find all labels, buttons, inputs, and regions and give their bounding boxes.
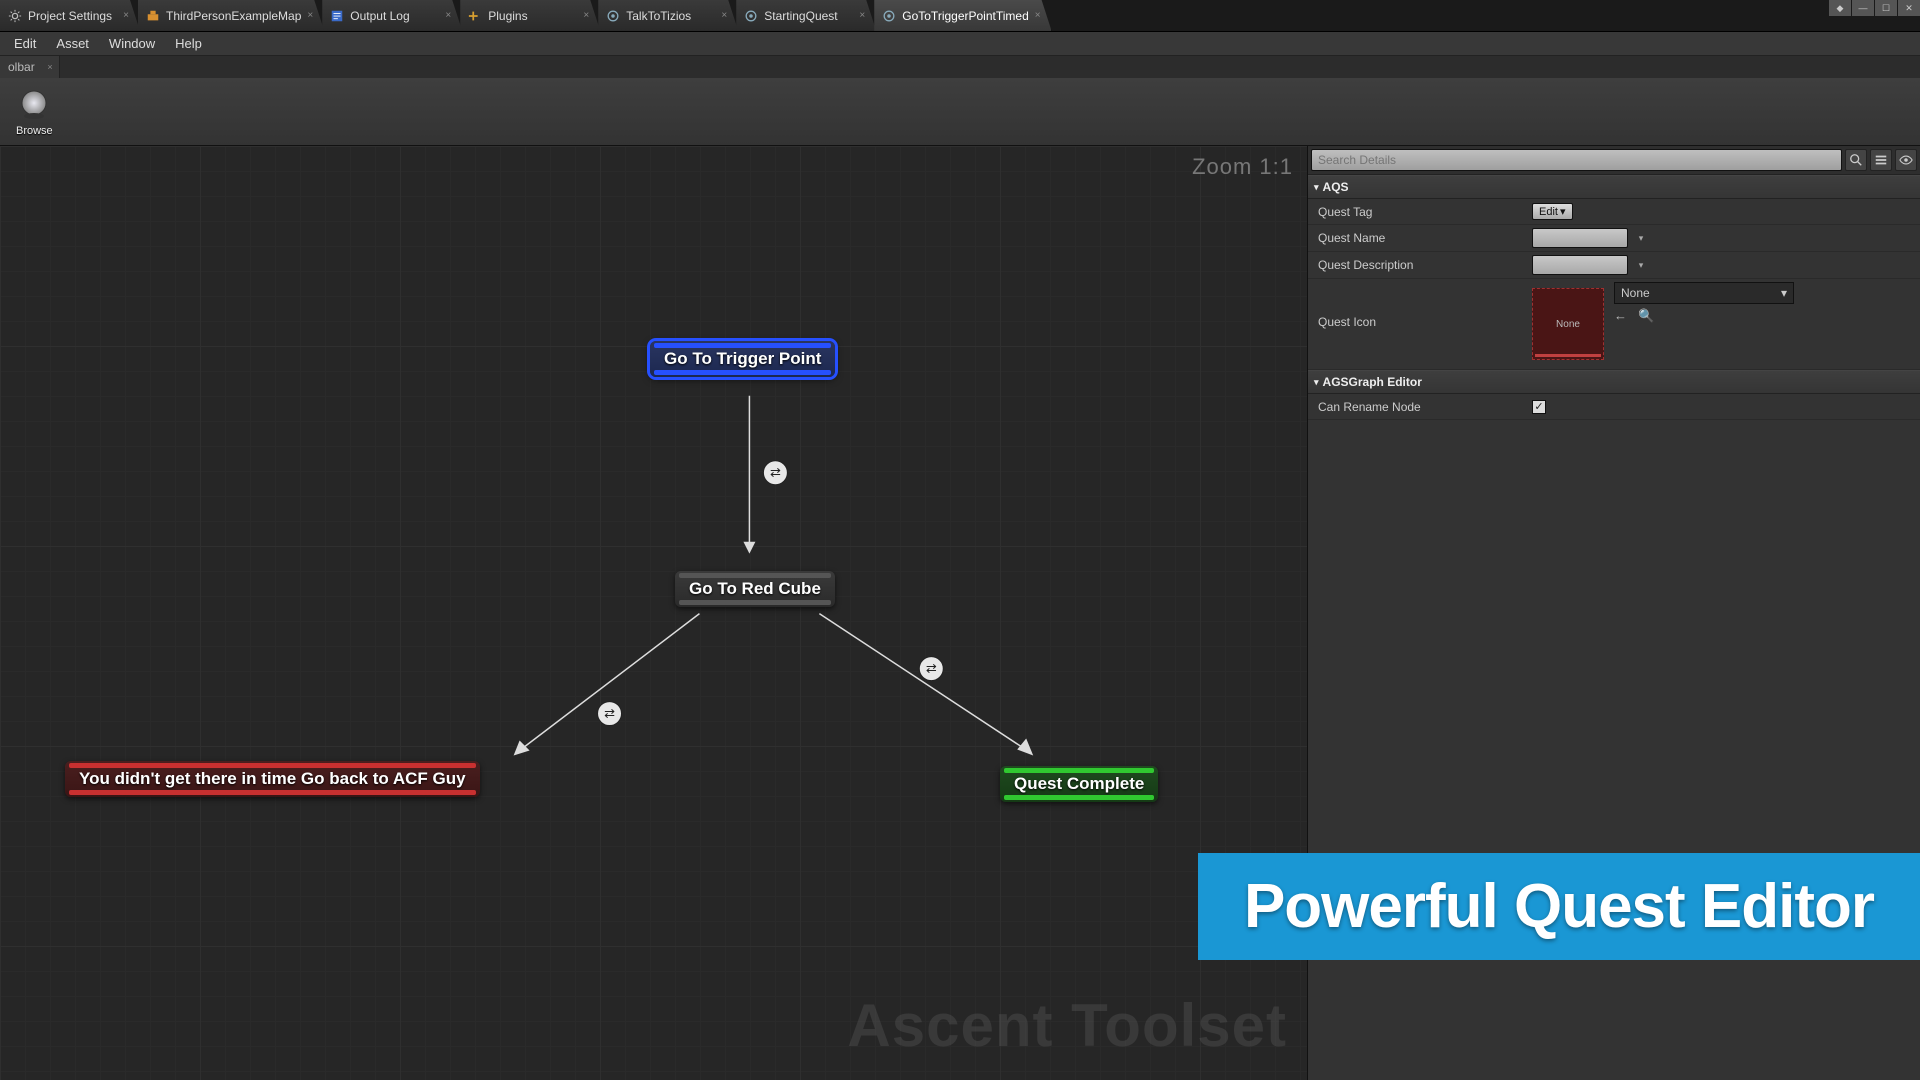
toolbar-tab[interactable]: olbar × (0, 56, 60, 78)
svg-text:⇄: ⇄ (770, 465, 781, 480)
asset-icon (606, 9, 620, 23)
tab-plugins[interactable]: Plugins × (460, 0, 600, 31)
prop-quest-description: Quest Description ▾ (1308, 252, 1920, 279)
browse-button[interactable]: Browse (8, 83, 61, 141)
tab-starting-quest[interactable]: StartingQuest × (736, 0, 876, 31)
close-window-button[interactable]: ✕ (1898, 0, 1920, 16)
svg-text:⇄: ⇄ (604, 706, 615, 721)
chevron-down-icon[interactable]: ▾ (1634, 231, 1648, 245)
tab-output-log[interactable]: Output Log × (322, 0, 462, 31)
editor-tab-bar: Project Settings × ThirdPersonExampleMap ×… (0, 0, 1920, 32)
toolbar: Browse (0, 78, 1920, 146)
svg-text:⇄: ⇄ (926, 661, 937, 676)
tab-goto-trigger-point-timed[interactable]: GoToTriggerPointTimed × (874, 0, 1051, 31)
watermark: Ascent Toolset (847, 991, 1287, 1060)
collapse-icon: ▾ (1314, 182, 1319, 193)
tab-label: StartingQuest (764, 9, 837, 23)
quest-tag-edit-button[interactable]: Edit▾ (1532, 203, 1573, 220)
prop-quest-name: Quest Name ▾ (1308, 225, 1920, 252)
node-success[interactable]: Quest Complete (1000, 766, 1158, 802)
tab-label: Plugins (488, 9, 527, 23)
tab-talk-to-tizios[interactable]: TalkToTizios × (598, 0, 738, 31)
close-icon[interactable]: × (583, 10, 589, 21)
prop-label: Quest Icon (1308, 279, 1526, 333)
graph-canvas[interactable]: Zoom 1:1 ⇄ ⇄ ⇄ Go To Trigger Point Go To… (0, 146, 1308, 1080)
section-aqs-header[interactable]: ▾ AQS (1308, 175, 1920, 199)
chevron-down-icon: ▾ (1560, 205, 1566, 218)
node-mid[interactable]: Go To Red Cube (675, 571, 835, 607)
toolbar-tab-label: olbar (8, 60, 35, 74)
prop-label: Can Rename Node (1308, 396, 1526, 418)
menu-window[interactable]: Window (99, 34, 165, 53)
prop-label: Quest Description (1308, 254, 1526, 276)
menu-edit[interactable]: Edit (4, 34, 46, 53)
tab-label: Output Log (350, 9, 409, 23)
close-icon[interactable]: × (859, 10, 865, 21)
collapse-icon: ▾ (1314, 377, 1319, 388)
node-label: Quest Complete (1014, 774, 1144, 793)
node-label: You didn't get there in time Go back to … (79, 769, 466, 788)
menu-bar: Edit Asset Window Help (0, 32, 1920, 56)
tab-label: Project Settings (28, 9, 112, 23)
prop-label: Quest Name (1308, 227, 1526, 249)
eye-icon[interactable] (1895, 149, 1917, 171)
close-icon[interactable]: × (1035, 10, 1041, 21)
prop-quest-icon: Quest Icon None None▾ ← 🔍 (1308, 279, 1920, 370)
menu-asset[interactable]: Asset (46, 34, 99, 53)
section-title: AQS (1323, 180, 1349, 194)
browse-label: Browse (16, 125, 53, 137)
asset-icon (882, 9, 896, 23)
quest-icon-thumbnail[interactable]: None (1532, 288, 1604, 360)
tab-label: TalkToTizios (626, 9, 691, 23)
section-title: AGSGraph Editor (1323, 375, 1422, 389)
tab-example-map[interactable]: ThirdPersonExampleMap × (138, 0, 324, 31)
quest-name-field[interactable] (1532, 228, 1628, 248)
node-label: Go To Trigger Point (664, 349, 821, 368)
browse-icon (16, 87, 52, 123)
use-selected-icon[interactable]: ← (1614, 308, 1630, 324)
prop-quest-tag: Quest Tag Edit▾ (1308, 199, 1920, 225)
tab-label: ThirdPersonExampleMap (166, 9, 301, 23)
level-icon (146, 9, 160, 23)
node-fail[interactable]: You didn't get there in time Go back to … (65, 761, 480, 797)
prop-can-rename-node: Can Rename Node ✓ (1308, 394, 1920, 420)
prop-label: Quest Tag (1308, 201, 1526, 223)
maximize-button[interactable]: ☐ (1875, 0, 1897, 16)
tab-project-settings[interactable]: Project Settings × (0, 0, 140, 31)
quest-description-field[interactable] (1532, 255, 1628, 275)
can-rename-checkbox[interactable]: ✓ (1532, 400, 1546, 414)
close-icon[interactable]: × (307, 10, 313, 21)
section-graph-editor-header[interactable]: ▾ AGSGraph Editor (1308, 370, 1920, 394)
plugin-icon (468, 9, 482, 23)
close-icon[interactable]: × (47, 62, 52, 72)
chevron-down-icon[interactable]: ▾ (1634, 258, 1648, 272)
zoom-indicator: Zoom 1:1 (1192, 154, 1293, 180)
node-label: Go To Red Cube (689, 579, 821, 598)
node-start[interactable]: Go To Trigger Point (650, 341, 835, 377)
toolbar-tab-row: olbar × (0, 56, 1920, 78)
log-icon (330, 9, 344, 23)
search-icon[interactable] (1845, 149, 1867, 171)
minimize-button[interactable]: — (1852, 0, 1874, 16)
gear-icon (8, 9, 22, 23)
matrix-view-icon[interactable] (1870, 149, 1892, 171)
close-icon[interactable]: × (123, 10, 129, 21)
marketing-banner: Powerful Quest Editor (1198, 853, 1920, 960)
menu-help[interactable]: Help (165, 34, 212, 53)
close-icon[interactable]: × (445, 10, 451, 21)
source-control-icon[interactable]: ◆ (1829, 0, 1851, 16)
chevron-down-icon: ▾ (1781, 286, 1787, 300)
asset-icon (744, 9, 758, 23)
browse-to-asset-icon[interactable]: 🔍 (1638, 308, 1654, 324)
search-input[interactable] (1311, 149, 1842, 171)
window-controls: ◆ — ☐ ✕ (1828, 0, 1920, 18)
tab-label: GoToTriggerPointTimed (902, 9, 1029, 23)
graph-edges: ⇄ ⇄ ⇄ (0, 146, 1307, 1079)
details-search-row (1308, 146, 1920, 175)
quest-icon-dropdown[interactable]: None▾ (1614, 282, 1794, 304)
close-icon[interactable]: × (721, 10, 727, 21)
